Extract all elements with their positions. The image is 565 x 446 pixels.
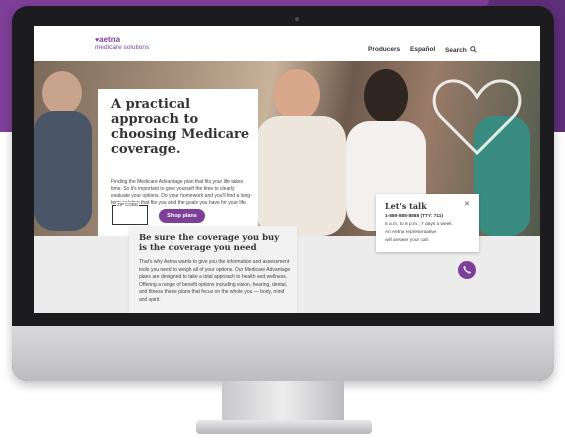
hero-title: A practical approach to choosing Medicar… [111,97,250,157]
close-icon[interactable]: ✕ [464,200,470,208]
shop-plans-button[interactable]: Shop plans [159,209,205,223]
hours-text: 8 a.m. to 8 p.m., 7 days a week. [385,222,453,227]
lets-talk-popup: Let's talk ✕ 1-888-888-8888 (TTY: 711) 8… [376,194,479,252]
camera [295,17,299,21]
monitor-chin [12,326,554,381]
photo-person-man-body [256,116,346,236]
zip-code-input[interactable]: ZIP CODE [112,202,148,225]
coverage-title: Be sure the coverage you buy is the cove… [139,233,280,253]
representative-text: An Aetna representative [385,230,437,235]
photo-person-left [42,71,82,115]
logo-subtitle: medicare solutions [95,44,150,51]
photo-person-left-body [34,111,92,231]
phone-icon [463,266,471,274]
zip-code-label: ZIP CODE [116,202,140,207]
monitor-stand-base [196,420,372,434]
answer-call-text: will answer your call. [385,238,429,243]
website-screen: ♥aetna medicare solutions Producers Espa… [34,26,540,313]
logo-main-text: aetna [99,35,121,44]
nav-item-producers[interactable]: Producers [368,46,400,53]
nav-item-search[interactable]: Search [445,46,477,54]
site-header: ♥aetna medicare solutions Producers Espa… [34,26,540,61]
hero-card: A practical approach to choosing Medicar… [98,89,258,236]
aetna-logo[interactable]: ♥aetna medicare solutions [95,36,149,52]
nav-search-label: Search [445,47,467,54]
search-icon [469,46,477,53]
logo-wordmark: ♥aetna [95,35,149,45]
lets-talk-title: Let's talk [385,201,427,211]
monitor-stand-neck [222,381,344,423]
coverage-card: Be sure the coverage you buy is the cove… [129,226,297,313]
heart-outline-icon [432,79,522,156]
photo-person-woman [364,69,408,123]
photo-person-man [274,69,320,121]
call-button[interactable] [458,261,476,279]
nav-item-espanol[interactable]: Español [410,46,435,53]
coverage-description: That's why Aetna wants to give you the i… [139,259,291,303]
phone-number-link[interactable]: 1-888-888-8888 (TTY: 711) [385,214,443,219]
